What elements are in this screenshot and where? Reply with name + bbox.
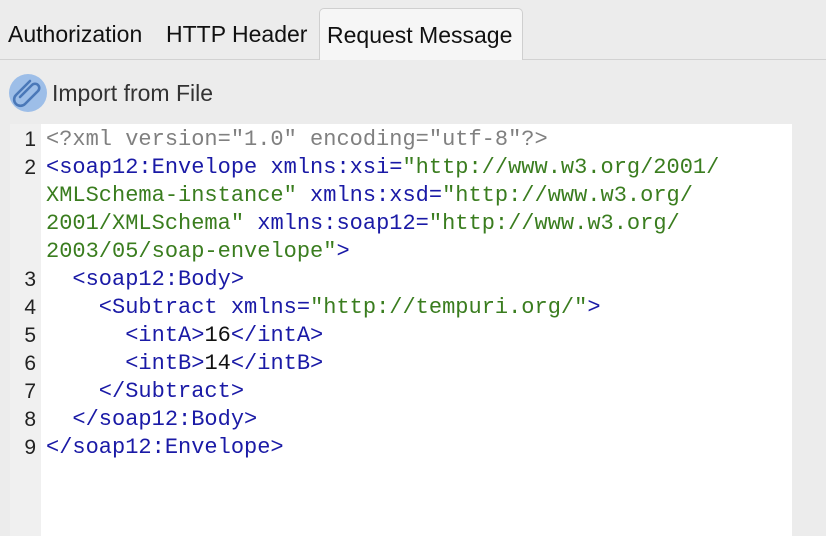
tab-authorization[interactable]: Authorization <box>8 8 158 60</box>
code-line: <Subtract xmlns="http://tempuri.org/"> <box>46 294 601 322</box>
code-token: <?xml version="1.0" encoding="utf-8"?> <box>46 127 548 152</box>
code-line: <?xml version="1.0" encoding="utf-8"?> <box>46 126 548 154</box>
code-line: 2003/05/soap-envelope"> <box>46 238 350 266</box>
line-number: 3 <box>24 268 36 291</box>
editor-margin <box>792 124 826 536</box>
line-number: 1 <box>24 128 36 151</box>
code-area[interactable]: <?xml version="1.0" encoding="utf-8"?> <s… <box>46 124 786 536</box>
code-token: "http://tempuri.org/" <box>310 295 588 320</box>
code-token: xmlns:soap12= <box>244 211 429 236</box>
code-token: </soap12:Envelope> <box>46 435 284 460</box>
code-token: <soap12:Body> <box>46 267 245 292</box>
paperclip-icon <box>8 73 48 113</box>
code-line: XMLSchema-instance" xmlns:xsd="http://ww… <box>46 182 693 210</box>
code-token: 14 <box>204 351 231 376</box>
line-number: 7 <box>24 380 36 403</box>
code-token: </soap12:Body> <box>46 407 258 432</box>
code-token: </intA> <box>230 323 324 348</box>
line-number: 8 <box>24 408 36 431</box>
code-line: <soap12:Body> <box>46 266 244 294</box>
code-token: XMLSchema-instance" <box>46 183 297 208</box>
line-number: 5 <box>24 324 36 347</box>
code-line: 2001/XMLSchema" xmlns:soap12="http://www… <box>46 210 680 238</box>
code-line: </Subtract> <box>46 378 244 406</box>
code-token: "http://www.w3.org/2001/ <box>402 155 720 180</box>
code-token: 2003/05/soap-envelope" <box>46 239 337 264</box>
code-token: "http://www.w3.org/ <box>442 183 693 208</box>
code-token: </intB> <box>230 351 324 376</box>
code-line: <intA>16</intA> <box>46 322 323 350</box>
code-token: </Subtract> <box>46 379 245 404</box>
tab-request-message[interactable]: Request Message <box>319 8 523 61</box>
toolbar: Import from File <box>0 60 826 124</box>
line-number: 2 <box>24 156 36 179</box>
code-line: </soap12:Body> <box>46 406 257 434</box>
xml-editor[interactable]: <?xml version="1.0" encoding="utf-8"?> <s… <box>10 124 792 536</box>
line-number: 4 <box>24 296 36 319</box>
code-token: <intA> <box>46 323 205 348</box>
code-token: <Subtract <box>46 295 231 320</box>
code-line: <soap12:Envelope xmlns:xsi="http://www.w… <box>46 154 719 182</box>
line-number: 9 <box>24 436 36 459</box>
code-token: > <box>336 239 350 264</box>
code-line: </soap12:Envelope> <box>46 434 284 462</box>
code-token: xmlns= <box>230 295 311 320</box>
import-from-file-button[interactable]: Import from File <box>8 74 213 112</box>
tab-bar: Authorization HTTP Header Request Messag… <box>0 0 826 61</box>
line-number: 6 <box>24 352 36 375</box>
code-token: <intB> <box>46 351 205 376</box>
code-token: 2001/XMLSchema" <box>46 211 245 236</box>
code-line: <intB>14</intB> <box>46 350 323 378</box>
code-token: xmlns:xsd= <box>296 183 443 208</box>
code-token: "http://www.w3.org/ <box>428 211 680 236</box>
code-token: <soap12:Envelope <box>46 155 271 180</box>
code-token: xmlns:xsi= <box>270 155 403 180</box>
import-label: Import from File <box>52 79 214 106</box>
tab-http-header[interactable]: HTTP Header <box>166 8 316 60</box>
code-token: > <box>587 295 601 320</box>
code-token: 16 <box>204 323 231 348</box>
